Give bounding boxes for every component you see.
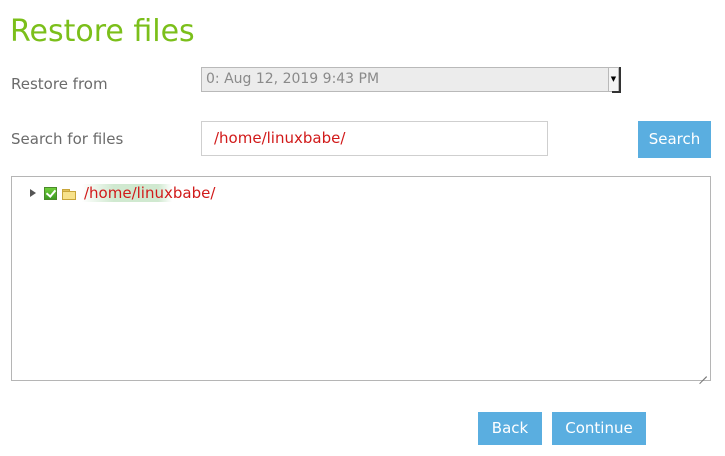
restore-from-selected-value: 0: Aug 12, 2019 9:43 PM [206, 71, 380, 87]
file-tree[interactable]: /home/linuxbabe/ [11, 176, 711, 381]
page-title: Restore files [10, 14, 195, 49]
restore-from-select[interactable]: 0: Aug 12, 2019 9:43 PM ▼ [201, 67, 619, 92]
search-for-files-label: Search for files [11, 130, 124, 148]
restore-files-page: Restore files Restore from 0: Aug 12, 20… [0, 0, 725, 456]
restore-from-label: Restore from [11, 75, 108, 93]
back-button[interactable]: Back [478, 412, 542, 445]
select-edge [612, 67, 621, 93]
tree-node[interactable]: /home/linuxbabe/ [30, 183, 218, 203]
search-input[interactable]: /home/linuxbabe/ [201, 121, 548, 156]
resize-grip-icon[interactable] [699, 369, 707, 377]
continue-button[interactable]: Continue [552, 412, 646, 445]
tree-node-label[interactable]: /home/linuxbabe/ [82, 184, 218, 202]
checkbox-checked-icon[interactable] [44, 186, 57, 200]
folder-icon [62, 189, 76, 200]
search-button[interactable]: Search [638, 121, 711, 158]
search-input-value: /home/linuxbabe/ [214, 129, 346, 147]
expand-arrow-icon[interactable] [30, 189, 36, 197]
